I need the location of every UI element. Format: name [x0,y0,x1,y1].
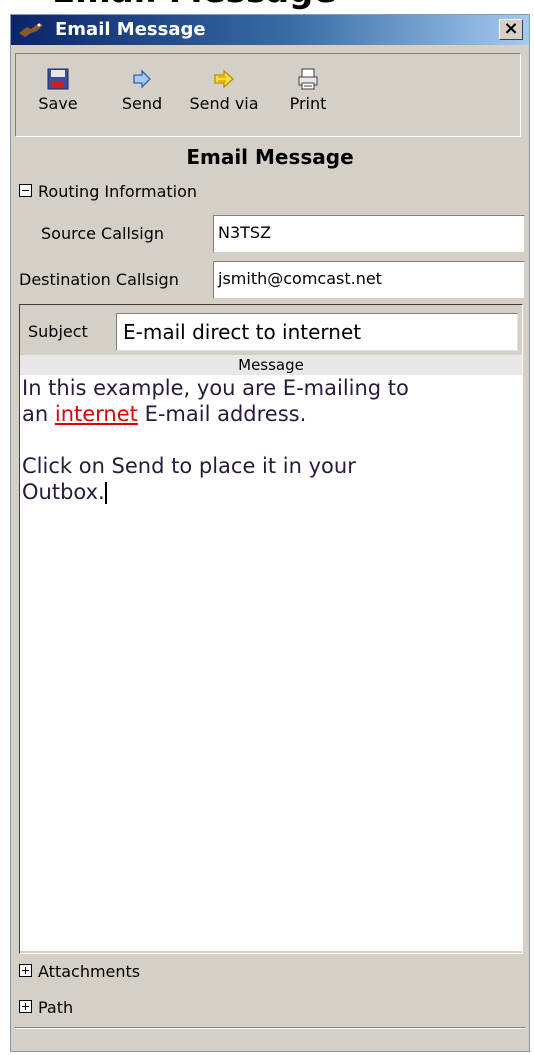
source-callsign-label: Source Callsign [41,224,164,243]
path-section-toggle[interactable]: Path [19,997,73,1019]
routing-section-label: Routing Information [38,182,198,201]
internet-link[interactable]: internet [55,402,138,426]
destination-callsign-label: Destination Callsign [19,270,179,289]
footer-divider [15,1027,525,1029]
email-message-window: Email Message × Save Send Send via Print… [10,14,530,1052]
expand-icon [19,964,32,977]
partial-page-heading: Email Message [52,0,336,12]
send-via-button[interactable]: Send via [182,62,266,132]
attachments-section-label: Attachments [38,962,141,981]
save-label: Save [38,94,78,113]
message-header: Message [20,355,522,375]
path-section-label: Path [38,998,74,1017]
subject-input[interactable]: E-mail direct to internet [116,313,518,351]
close-button[interactable]: × [499,19,523,40]
close-icon: × [503,18,519,39]
title-bar[interactable]: Email Message × [11,15,529,45]
app-bird-icon [19,23,43,37]
message-line: In this example, you are E-mailing to [22,376,409,400]
send-via-arrow-icon [214,69,234,89]
save-disk-icon [47,68,69,90]
destination-callsign-input[interactable]: jsmith@comcast.net [213,261,525,299]
attachments-section-toggle[interactable]: Attachments [19,961,140,983]
send-via-label: Send via [189,94,259,113]
text-cursor [104,482,107,504]
expand-icon [19,1000,32,1013]
message-line: an internet E-mail address. [22,401,520,427]
window-title: Email Message [55,19,206,40]
message-line: Click on Send to place it in your [22,454,356,478]
message-text: an [22,402,55,426]
message-body-editor[interactable]: In this example, you are E-mailing to an… [20,375,522,951]
message-line: Outbox. [22,479,520,505]
send-arrow-icon [133,69,151,89]
message-text: Outbox. [22,480,105,504]
toolbar: Save Send Send via Print [15,53,521,137]
message-text: E-mail address. [137,402,307,426]
message-panel: Subject E-mail direct to internet Messag… [19,304,523,954]
subject-label: Subject [28,322,88,341]
printer-icon [298,68,318,90]
save-button[interactable]: Save [30,62,86,132]
print-button[interactable]: Print [278,62,338,132]
send-button[interactable]: Send [114,62,170,132]
collapse-icon [19,184,32,197]
print-label: Print [289,94,327,113]
form-heading: Email Message [186,145,354,169]
send-label: Send [121,94,163,113]
source-callsign-input[interactable]: N3TSZ [213,215,525,253]
routing-section-toggle[interactable]: Routing Information [19,181,197,203]
